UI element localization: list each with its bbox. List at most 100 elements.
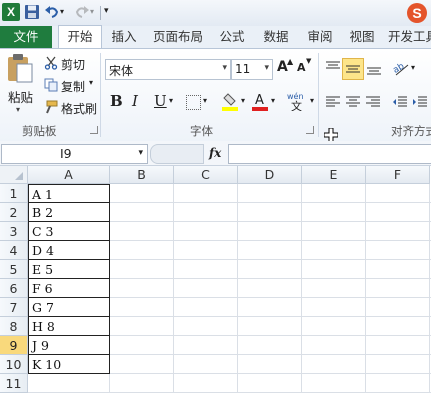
- row-header[interactable]: 8: [0, 317, 28, 336]
- column-header[interactable]: E: [302, 166, 366, 184]
- fill-color-dropdown-icon[interactable]: ▾: [241, 96, 245, 105]
- scissors-icon[interactable]: [44, 56, 58, 70]
- tab-page-layout[interactable]: 页面布局: [150, 26, 206, 48]
- paste-button[interactable]: 粘贴: [8, 87, 33, 106]
- align-center-icon[interactable]: [345, 95, 361, 109]
- cell[interactable]: H 8: [28, 317, 110, 336]
- tab-view[interactable]: 视图: [344, 26, 380, 48]
- formula-input[interactable]: [228, 144, 431, 164]
- row-header[interactable]: 2: [0, 203, 28, 222]
- fill-color-icon[interactable]: [222, 91, 238, 111]
- borders-icon[interactable]: [186, 95, 201, 110]
- cell[interactable]: G 7: [28, 298, 110, 317]
- row-header[interactable]: 1: [0, 184, 28, 203]
- column-header[interactable]: C: [174, 166, 238, 184]
- format-painter-icon[interactable]: [44, 100, 58, 114]
- formula-bar-divider: [150, 144, 204, 164]
- cell[interactable]: E 5: [28, 260, 110, 279]
- clipboard-launcher-icon[interactable]: [90, 126, 98, 134]
- chevron-down-icon[interactable]: ▾: [264, 63, 269, 73]
- copy-dropdown-icon[interactable]: ▾: [89, 78, 93, 87]
- worksheet-grid[interactable]: A B C D E F 1 2 3 4 5 6 7 8 9 10 11 A 1B 2C 3D 4E 5F 6G 7…: [0, 166, 431, 407]
- bold-button[interactable]: B: [110, 92, 123, 110]
- grow-arrow-icon: ▲: [287, 57, 294, 66]
- paste-dropdown-icon[interactable]: ▾: [16, 105, 20, 114]
- column-header[interactable]: A: [28, 166, 110, 184]
- row-header[interactable]: 11: [0, 374, 28, 393]
- tab-file[interactable]: 文件: [0, 26, 52, 48]
- select-all-button[interactable]: [0, 166, 28, 184]
- excel-logo-icon[interactable]: X: [2, 3, 20, 21]
- copy-icon[interactable]: [44, 78, 58, 92]
- orientation-icon[interactable]: ab: [392, 59, 410, 77]
- align-middle-icon[interactable]: [342, 58, 364, 80]
- undo-dropdown-icon[interactable]: ▾: [60, 7, 68, 23]
- tab-formulas[interactable]: 公式: [214, 26, 250, 48]
- customize-toolbar-icon[interactable]: ▾: [104, 6, 114, 22]
- tab-review[interactable]: 审阅: [302, 26, 338, 48]
- row-header[interactable]: 10: [0, 355, 28, 374]
- name-box-value: I9: [60, 146, 72, 161]
- name-box[interactable]: I9 ▾: [1, 144, 148, 164]
- font-color-icon[interactable]: A: [252, 91, 268, 111]
- borders-dropdown-icon[interactable]: ▾: [203, 96, 207, 105]
- cell[interactable]: J 9: [28, 336, 110, 355]
- align-right-icon[interactable]: [365, 95, 381, 109]
- sogou-ime-icon[interactable]: S: [407, 3, 427, 23]
- group-divider: [100, 53, 101, 137]
- row-header[interactable]: 9: [0, 336, 28, 355]
- cell[interactable]: D 4: [28, 241, 110, 260]
- column-header[interactable]: F: [366, 166, 430, 184]
- gridline: [365, 184, 366, 393]
- chevron-down-icon[interactable]: ▾: [222, 63, 227, 73]
- ribbon: 粘贴 ▾ 剪切 复制 ▾ 格式刷 剪贴板 宋体 ▾ 11 ▾ A ▲ A ▼ B…: [0, 48, 431, 143]
- increase-indent-icon[interactable]: [412, 95, 428, 109]
- paste-icon[interactable]: [6, 53, 34, 83]
- italic-button[interactable]: I: [132, 92, 138, 110]
- row-header[interactable]: 6: [0, 279, 28, 298]
- underline-button[interactable]: U: [154, 92, 167, 110]
- toolbar-divider: [100, 6, 101, 20]
- column-header[interactable]: B: [110, 166, 174, 184]
- cell[interactable]: C 3: [28, 222, 110, 241]
- phonetic-guide-icon[interactable]: wén文: [287, 91, 309, 111]
- row-header[interactable]: 4: [0, 241, 28, 260]
- font-launcher-icon[interactable]: [306, 126, 314, 134]
- undo-icon[interactable]: [44, 4, 60, 20]
- chevron-down-icon[interactable]: ▾: [138, 148, 143, 158]
- align-left-icon[interactable]: [325, 95, 341, 109]
- cell[interactable]: A 1: [28, 184, 110, 203]
- save-icon[interactable]: [24, 4, 40, 20]
- cell[interactable]: B 2: [28, 203, 110, 222]
- row-header[interactable]: 3: [0, 222, 28, 241]
- underline-dropdown-icon[interactable]: ▾: [169, 96, 173, 105]
- row-header[interactable]: 5: [0, 260, 28, 279]
- tab-developer[interactable]: 开发工具: [388, 26, 431, 48]
- svg-text:A: A: [255, 93, 264, 108]
- shrink-font-button[interactable]: A: [297, 61, 306, 74]
- font-color-dropdown-icon[interactable]: ▾: [271, 96, 275, 105]
- gridline: [237, 184, 238, 393]
- tab-data[interactable]: 数据: [258, 26, 294, 48]
- redo-icon[interactable]: [74, 4, 90, 20]
- column-header[interactable]: D: [238, 166, 302, 184]
- font-size-select[interactable]: 11 ▾: [231, 59, 273, 80]
- align-bottom-icon[interactable]: [366, 60, 382, 76]
- cut-button[interactable]: 剪切: [61, 56, 85, 73]
- gridline: [429, 184, 430, 393]
- insert-function-button[interactable]: fx: [209, 146, 221, 160]
- phonetic-dropdown-icon[interactable]: ▾: [310, 96, 314, 105]
- cell[interactable]: K 10: [28, 355, 110, 374]
- tab-insert[interactable]: 插入: [106, 26, 142, 48]
- group-divider: [318, 53, 319, 137]
- copy-button[interactable]: 复制: [61, 78, 85, 95]
- font-name-select[interactable]: 宋体 ▾: [105, 59, 231, 80]
- cell[interactable]: F 6: [28, 279, 110, 298]
- tab-home[interactable]: 开始: [58, 25, 102, 49]
- format-painter-button[interactable]: 格式刷: [61, 100, 97, 117]
- orientation-dropdown-icon[interactable]: ▾: [411, 63, 415, 72]
- row-header[interactable]: 7: [0, 298, 28, 317]
- align-top-icon[interactable]: [325, 60, 341, 76]
- decrease-indent-icon[interactable]: [392, 95, 408, 109]
- redo-dropdown-icon[interactable]: ▾: [90, 7, 98, 23]
